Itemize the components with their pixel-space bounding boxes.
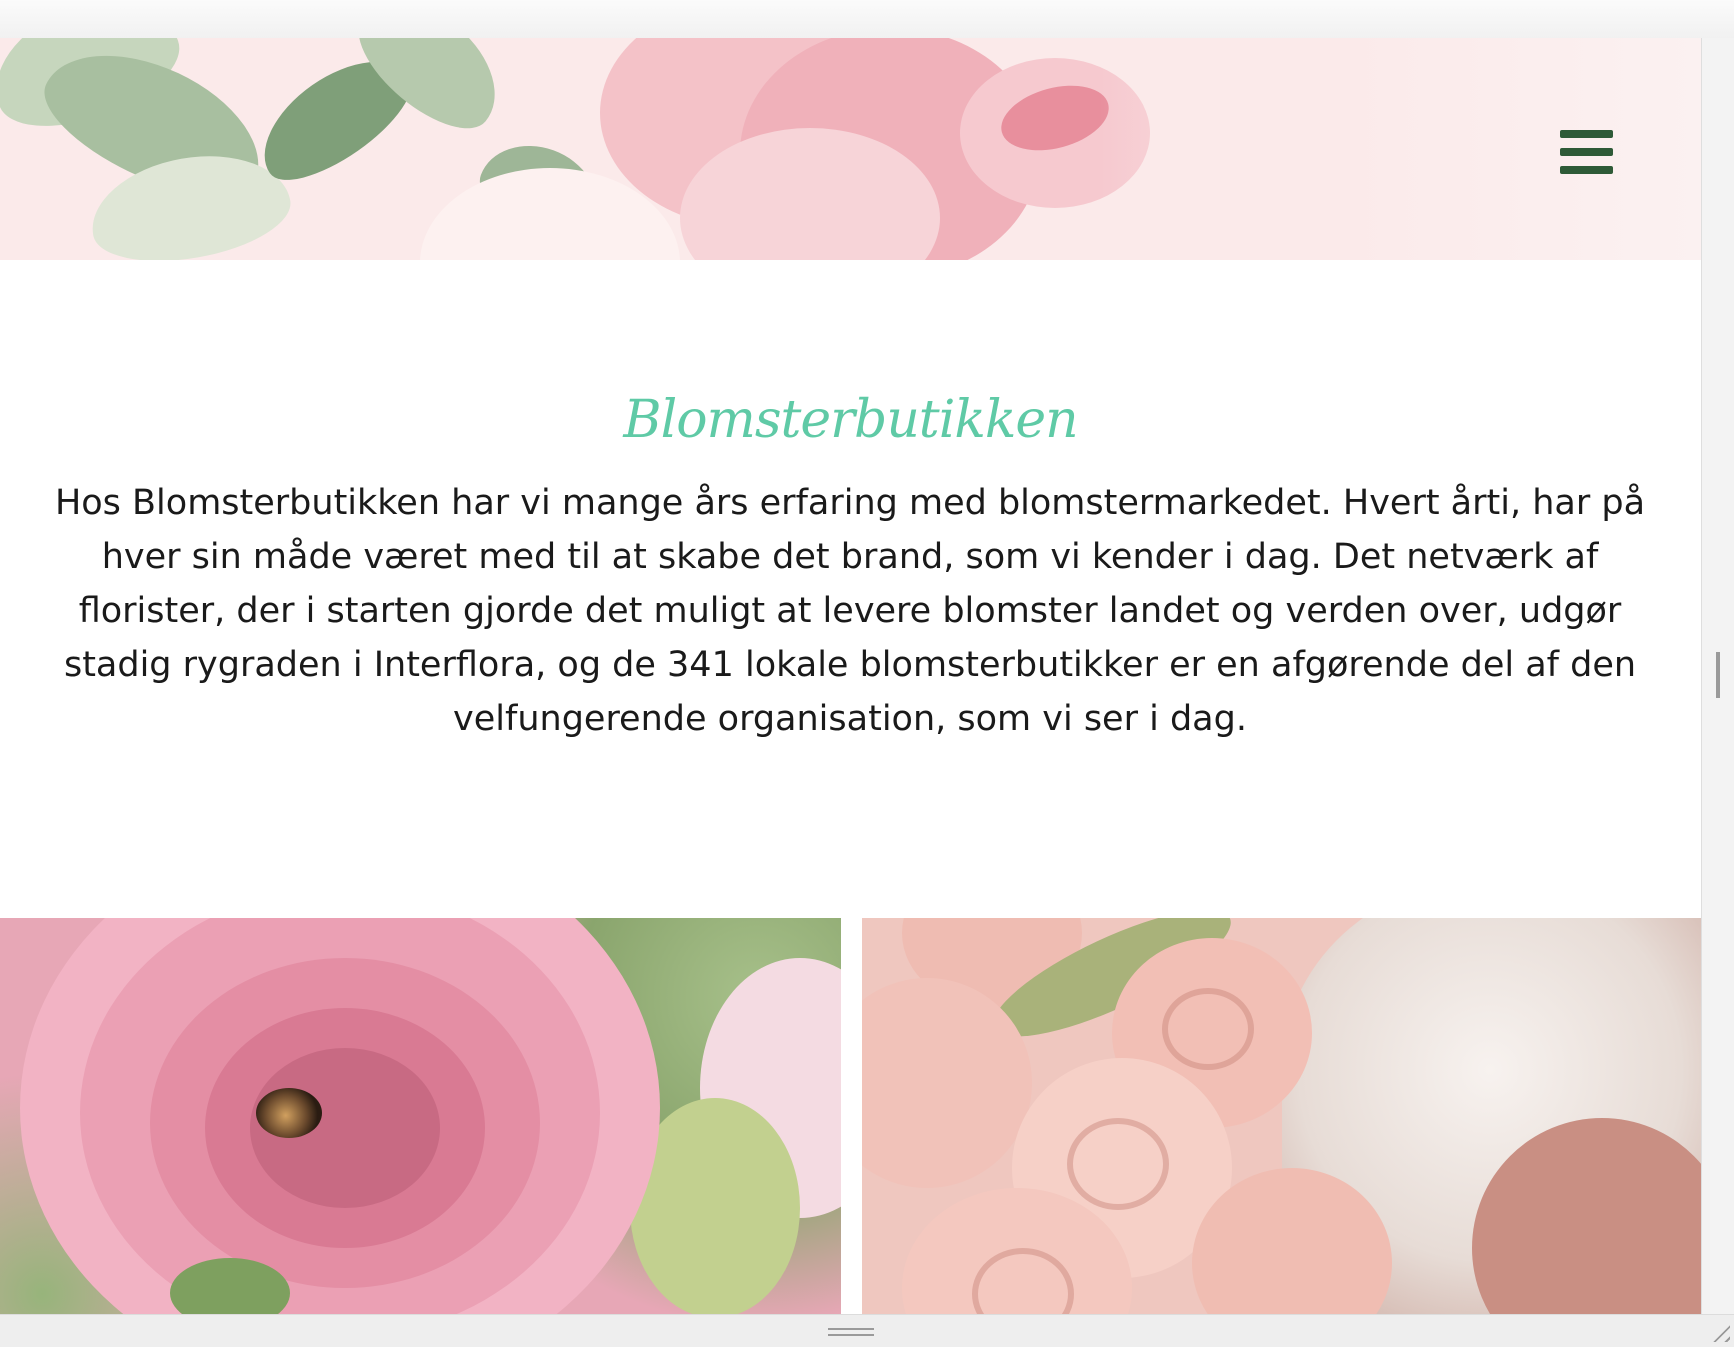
gallery-image-ranunculus [0, 918, 841, 1314]
header-banner [0, 38, 1701, 260]
window-top-strip [0, 0, 1734, 38]
resize-handle-horizontal[interactable] [828, 1328, 874, 1336]
menu-bar [1560, 148, 1613, 156]
page-title: Blomsterbutikken [623, 390, 1078, 450]
resize-handle-vertical[interactable] [1716, 652, 1720, 698]
gallery-image-bouquet [862, 918, 1701, 1314]
intro-paragraph: Hos Blomsterbutikken har vi mange års er… [54, 483, 1646, 739]
flower-center [256, 1088, 322, 1138]
rose-swirl [1162, 988, 1254, 1070]
hamburger-menu-icon[interactable] [1556, 126, 1616, 178]
page-viewport: Blomsterbutikken Hos Blomsterbutikken ha… [0, 38, 1701, 1314]
menu-bar [1560, 166, 1613, 174]
rose-swirl [1067, 1118, 1169, 1210]
menu-bar [1560, 130, 1613, 138]
